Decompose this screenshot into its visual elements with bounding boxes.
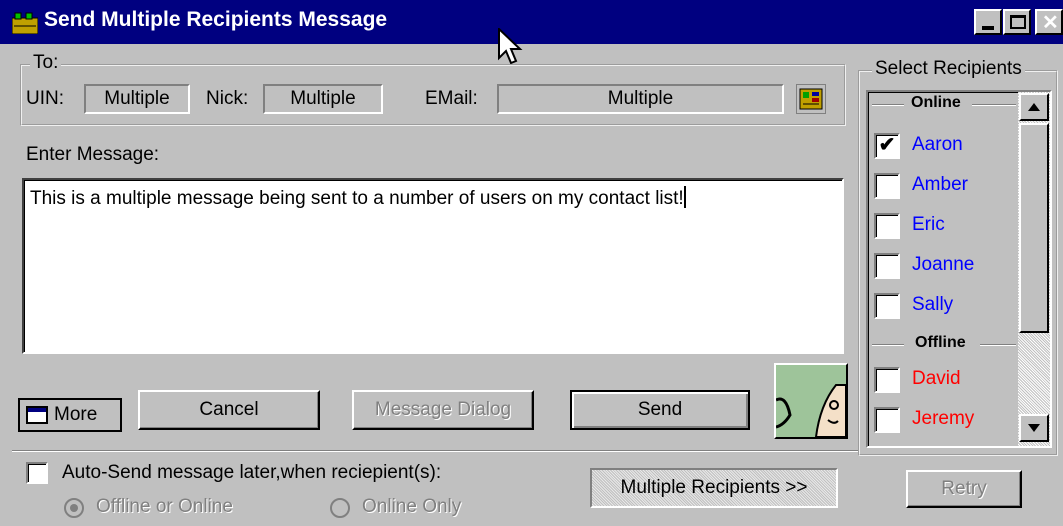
multiple-recipients-label: Multiple Recipients >>: [620, 477, 808, 498]
retry-label: Retry: [941, 478, 987, 499]
auto-send-label: Auto-Send message later,when reciepient(…: [62, 462, 442, 483]
radio-offline-or-online-label: Offline or Online: [96, 496, 233, 517]
minimize-button[interactable]: [974, 9, 1002, 35]
user-avatar-icon: [776, 365, 846, 437]
maximize-icon: [1010, 15, 1026, 29]
auto-send-checkbox[interactable]: [26, 462, 48, 484]
arrow-down-icon: [1028, 424, 1040, 432]
maximize-button[interactable]: [1003, 9, 1031, 35]
window-icon: [26, 406, 48, 424]
window-title: Send Multiple Recipients Message: [44, 8, 388, 31]
recipient-name[interactable]: Amber: [912, 174, 968, 196]
cancel-button[interactable]: Cancel: [138, 390, 320, 430]
nick-label: Nick:: [206, 88, 249, 109]
recipient-checkbox-eric[interactable]: [874, 213, 900, 239]
uin-label: UIN:: [26, 88, 64, 109]
recipient-name[interactable]: Sally: [912, 294, 953, 316]
radio-online-only-label: Online Only: [362, 496, 462, 517]
multiple-recipients-button[interactable]: Multiple Recipients >>: [590, 468, 838, 508]
divider: [12, 450, 858, 452]
header-line: [872, 104, 904, 106]
header-line: [872, 344, 904, 346]
user-info-icon: [799, 88, 823, 110]
send-button[interactable]: Send: [570, 390, 750, 430]
retry-button: Retry: [906, 470, 1022, 508]
uin-field: Multiple: [84, 84, 190, 114]
recipient-name[interactable]: Eric: [912, 214, 945, 236]
recipient-checkbox-sally[interactable]: [874, 293, 900, 319]
minimize-icon: [982, 26, 994, 30]
email-label: EMail:: [425, 88, 478, 109]
message-label: Enter Message:: [26, 144, 160, 165]
recipient-checkbox-amber[interactable]: [874, 173, 900, 199]
nick-field: Multiple: [263, 84, 383, 114]
contact-details-button[interactable]: [796, 84, 826, 114]
recipient-name[interactable]: Aaron: [912, 134, 963, 156]
text-caret: [683, 186, 686, 208]
recipient-checkbox-jeremy[interactable]: [874, 407, 900, 433]
app-icon: [11, 12, 39, 35]
recipient-checkbox-aaron[interactable]: ✔: [874, 133, 900, 159]
more-label: More: [54, 404, 98, 425]
message-text: This is a multiple message being sent to…: [30, 188, 684, 209]
close-button[interactable]: ✕: [1035, 9, 1063, 35]
header-line: [980, 344, 1016, 346]
message-textarea[interactable]: This is a multiple message being sent to…: [22, 178, 844, 354]
radio-offline-or-online: [64, 498, 84, 518]
email-field: Multiple: [497, 84, 784, 114]
scroll-up-button[interactable]: [1019, 93, 1049, 121]
to-legend: To:: [30, 52, 62, 74]
recipient-name[interactable]: David: [912, 368, 961, 390]
scroll-thumb[interactable]: [1019, 123, 1049, 333]
message-dialog-label: Message Dialog: [374, 399, 512, 420]
recipient-checkbox-joanne[interactable]: [874, 253, 900, 279]
offline-header: Offline: [912, 334, 969, 352]
title-bar[interactable]: Send Multiple Recipients Message ✕: [0, 0, 1063, 44]
online-header: Online: [908, 94, 964, 112]
recipients-legend: Select Recipients: [872, 58, 1025, 80]
recipient-checkbox-david[interactable]: [874, 367, 900, 393]
radio-online-only: [330, 498, 350, 518]
header-line: [972, 104, 1016, 106]
recipient-name[interactable]: Jeremy: [912, 408, 974, 430]
close-icon: ✕: [1042, 12, 1059, 34]
more-button[interactable]: More: [18, 398, 122, 432]
message-dialog-button: Message Dialog: [352, 390, 534, 430]
send-label: Send: [637, 399, 683, 420]
user-picture: [774, 363, 848, 439]
recipient-name[interactable]: Joanne: [912, 254, 974, 276]
cancel-label: Cancel: [199, 399, 259, 420]
arrow-up-icon: [1028, 103, 1040, 111]
scroll-down-button[interactable]: [1019, 414, 1049, 442]
